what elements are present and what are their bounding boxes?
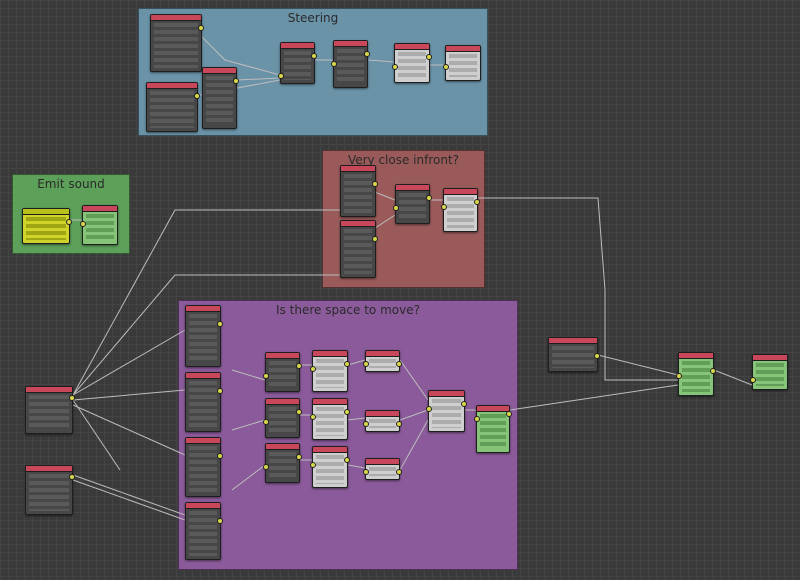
ray-sensor-node[interactable]: [340, 165, 378, 217]
ray-sensor-node[interactable]: [185, 372, 223, 432]
keyboard-sensor-node[interactable]: [25, 465, 75, 515]
link: [72, 329, 186, 396]
actuator-node[interactable]: [310, 350, 350, 392]
ray-sensor-node[interactable]: [185, 305, 223, 367]
link: [72, 389, 186, 401]
link: [231, 369, 266, 381]
link: [347, 464, 366, 469]
actuator-node[interactable]: [426, 390, 467, 432]
controller-node[interactable]: [331, 40, 370, 88]
controller-node[interactable]: [263, 398, 302, 438]
node-links: [70, 34, 753, 521]
property-node[interactable]: [363, 410, 402, 432]
actuator-node[interactable]: [443, 45, 481, 81]
sensor-node[interactable]: [150, 14, 204, 72]
link: [399, 359, 429, 401]
keyboard-sensor-node[interactable]: [25, 386, 75, 434]
controller-node[interactable]: [676, 352, 716, 396]
link: [713, 369, 753, 386]
actuator-node[interactable]: [750, 354, 788, 390]
link: [72, 404, 186, 456]
link: [509, 384, 679, 411]
ray-sensor-node[interactable]: [185, 502, 223, 560]
controller-node[interactable]: [393, 184, 432, 224]
sensor-node[interactable]: [548, 337, 600, 372]
link: [231, 464, 266, 491]
sensor-node[interactable]: [146, 82, 200, 132]
link: [597, 354, 679, 376]
link: [236, 77, 281, 81]
actuator-node[interactable]: [392, 43, 432, 83]
link: [72, 399, 121, 471]
link: [367, 59, 396, 63]
ray-sensor-node[interactable]: [340, 220, 378, 278]
link: [399, 419, 429, 471]
controller-node[interactable]: [263, 352, 302, 392]
link: [347, 417, 366, 421]
sound-actuator-node[interactable]: [80, 205, 118, 245]
sound-node[interactable]: [22, 208, 72, 244]
property-node[interactable]: [363, 350, 402, 372]
link: [72, 474, 186, 516]
actuator-node[interactable]: [441, 188, 480, 232]
link: [231, 419, 266, 431]
property-node[interactable]: [202, 67, 239, 129]
controller-node[interactable]: [474, 405, 512, 453]
controller-node[interactable]: [263, 443, 302, 483]
link: [399, 409, 429, 421]
actuator-node[interactable]: [310, 398, 350, 440]
ray-sensor-node[interactable]: [185, 437, 223, 497]
link: [72, 479, 186, 521]
controller-node[interactable]: [278, 42, 317, 84]
actuator-node[interactable]: [310, 446, 350, 488]
property-node[interactable]: [363, 458, 402, 480]
